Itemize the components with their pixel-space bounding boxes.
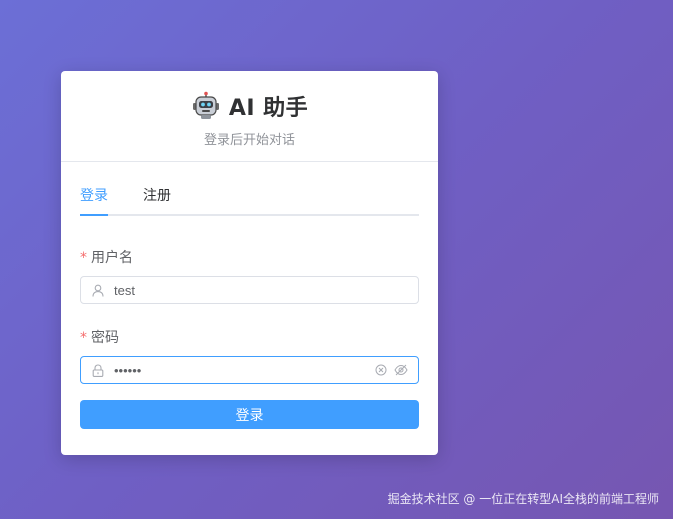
- lock-icon: [91, 363, 105, 377]
- login-submit-button[interactable]: 登录: [80, 400, 419, 429]
- password-input-wrapper[interactable]: [80, 356, 419, 384]
- clear-icon[interactable]: [374, 363, 388, 377]
- username-form-item: * 用户名: [80, 248, 419, 304]
- tab-register[interactable]: 注册: [143, 185, 171, 214]
- password-input[interactable]: [114, 357, 374, 383]
- tab-login[interactable]: 登录: [80, 185, 108, 216]
- card-header: AI 助手 登录后开始对话: [61, 71, 438, 162]
- card-body: 登录 注册 *用户名 *密码: [61, 162, 438, 429]
- username-label: * 用户名: [80, 248, 419, 268]
- app-title: AI 助手: [228, 96, 309, 121]
- eye-hidden-icon[interactable]: [394, 363, 408, 377]
- subtitle: 登录后开始对话: [203, 133, 295, 148]
- username-label-text: 用户名: [91, 250, 133, 266]
- title-row: AI 助手: [61, 91, 438, 121]
- watermark-text: 掘金技术社区 @ 一位正在转型AI全栈的前端工程师: [387, 492, 659, 506]
- auth-tabs: 登录 注册: [80, 162, 419, 216]
- login-card: AI 助手 登录后开始对话 登录 注册 *用户名 *密码: [61, 71, 438, 455]
- required-mark: *: [80, 330, 87, 346]
- username-input[interactable]: [114, 277, 408, 303]
- robot-icon: [191, 91, 221, 121]
- user-icon: [91, 283, 105, 297]
- username-input-wrapper[interactable]: [80, 276, 419, 304]
- password-form-item: * 密码: [80, 328, 419, 384]
- password-label: * 密码: [80, 328, 419, 348]
- password-suffix: [374, 363, 408, 377]
- password-label-text: 密码: [91, 330, 119, 346]
- required-mark: *: [80, 250, 87, 266]
